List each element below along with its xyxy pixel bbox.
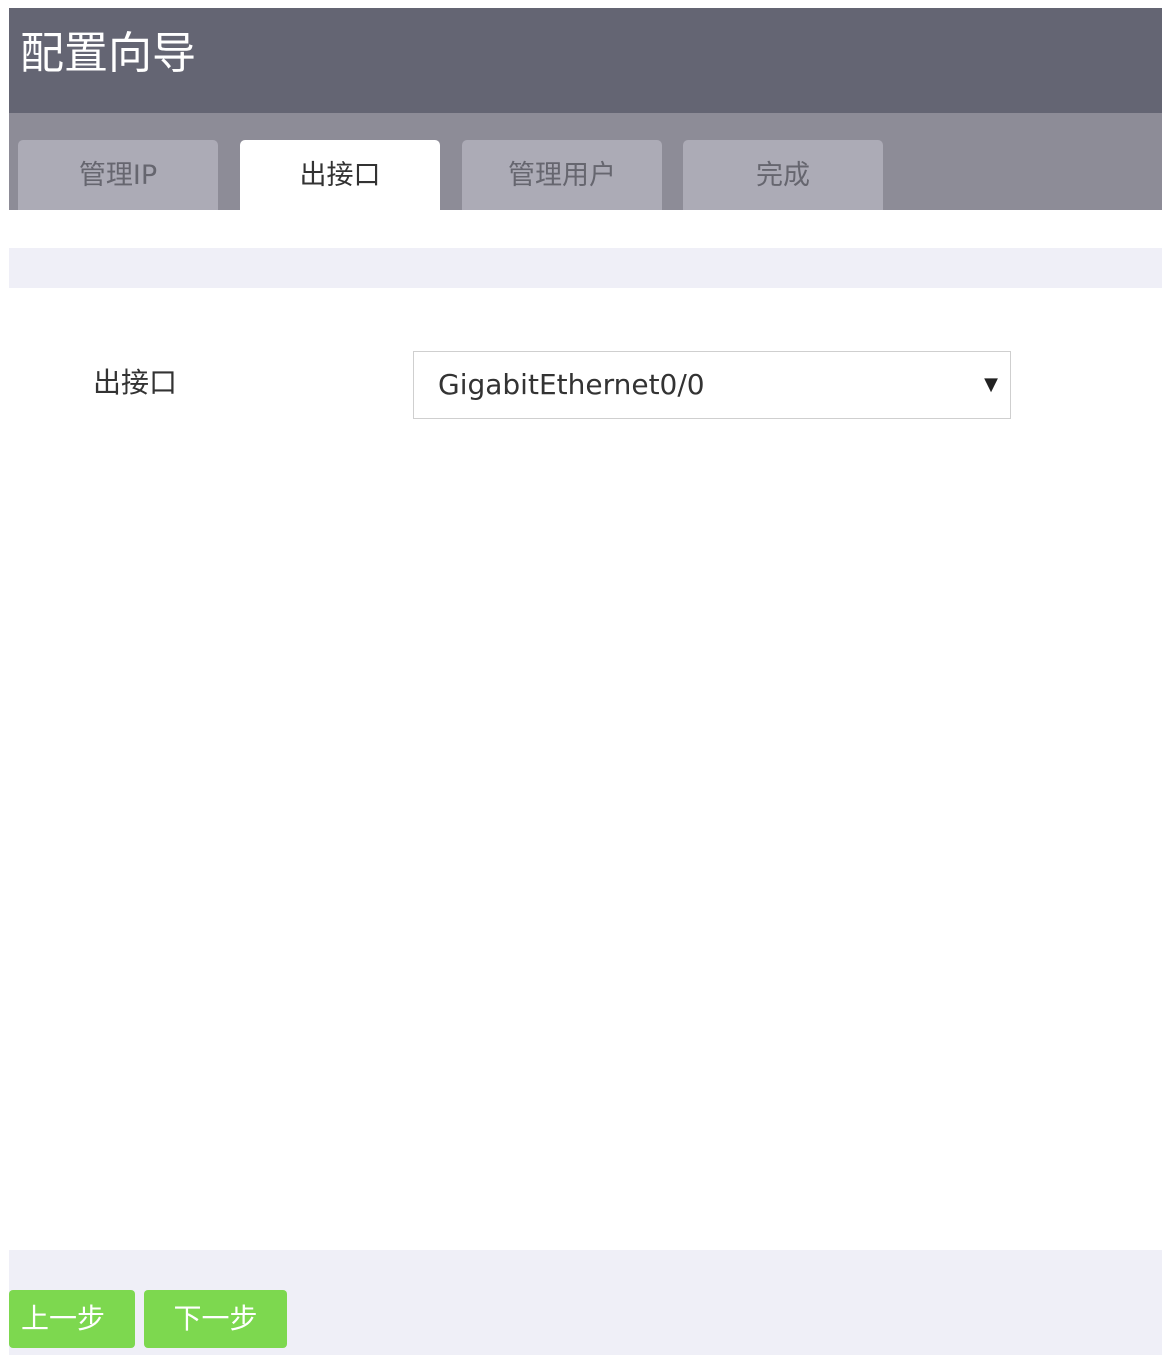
interface-select-value: GigabitEthernet0/0 (438, 368, 705, 401)
tab-management-ip[interactable]: 管理IP (18, 140, 218, 210)
tab-finish[interactable]: 完成 (683, 140, 883, 210)
interface-select[interactable]: GigabitEthernet0/0 ▼ (413, 351, 1011, 419)
next-step-button[interactable]: 下一步 (144, 1290, 287, 1348)
tab-strip: 管理IP 出接口 管理用户 完成 (9, 113, 1162, 210)
section-header-bar (9, 248, 1162, 288)
wizard-panel: 配置向导 管理IP 出接口 管理用户 完成 出接口 GigabitEtherne… (9, 8, 1162, 1355)
interface-label: 出接口 (93, 366, 178, 399)
page-title: 配置向导 (20, 28, 196, 79)
chevron-down-icon: ▼ (984, 374, 998, 395)
tab-egress-interface[interactable]: 出接口 (240, 140, 440, 210)
title-bar: 配置向导 (9, 8, 1162, 113)
tab-management-user[interactable]: 管理用户 (462, 140, 662, 210)
prev-step-button[interactable]: 上一步 (9, 1290, 135, 1348)
wizard-footer: 上一步 下一步 (9, 1250, 1162, 1355)
